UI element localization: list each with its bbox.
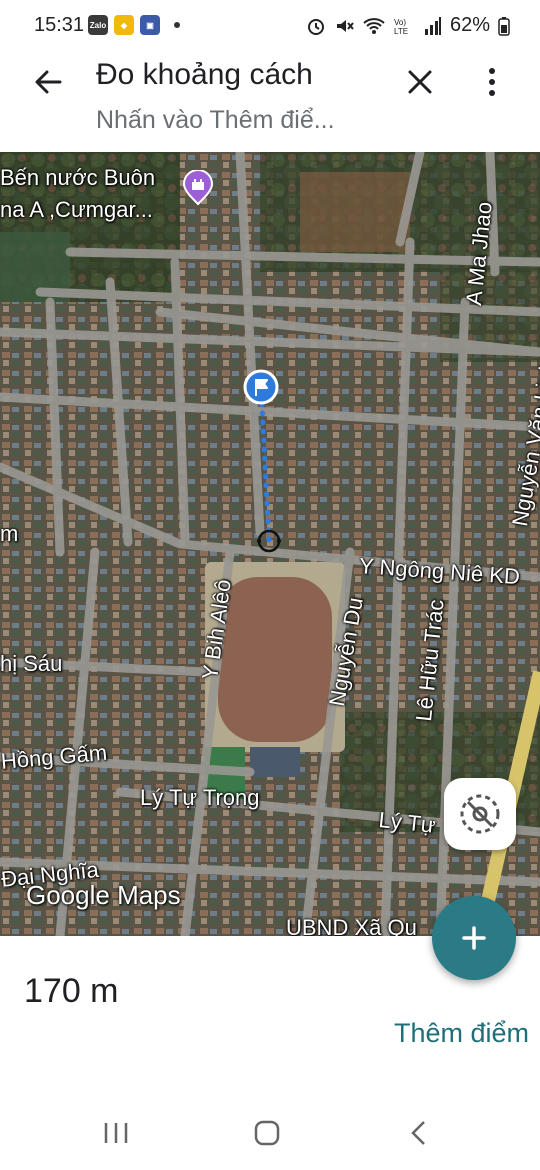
volte-icon: Vo)LTE — [394, 18, 408, 36]
location-disabled-icon — [460, 794, 500, 834]
close-icon[interactable] — [402, 64, 438, 100]
google-maps-logo: Google Maps — [26, 880, 181, 910]
satellite-map[interactable]: Bến nước Buôn na A ,Cưmgar... A Ma Jhao … — [0, 152, 540, 936]
page-subtitle: Nhấn vào Thêm điể... — [96, 106, 335, 134]
back-nav-icon[interactable] — [402, 1118, 438, 1148]
street-label-thi-sau: hị Sáu — [0, 651, 63, 676]
page-title: Đo khoảng cách — [96, 58, 313, 91]
svg-text:Vo): Vo) — [394, 18, 406, 27]
app-icon: ▣ — [140, 15, 160, 35]
add-point-button[interactable]: Thêm điểm — [394, 1018, 529, 1049]
street-label-m: m — [0, 521, 19, 546]
recents-icon[interactable] — [98, 1118, 134, 1148]
alarm-icon — [307, 18, 324, 35]
wifi-icon — [363, 17, 385, 34]
svg-text:LTE: LTE — [394, 27, 408, 36]
zalo-icon: Zalo — [88, 15, 108, 35]
add-point-fab[interactable] — [432, 896, 516, 980]
clock: 15:31 — [34, 14, 85, 36]
my-location-button[interactable] — [444, 778, 516, 850]
street-label-ly-tu-trong: Lý Tự Trọng — [140, 785, 260, 810]
plus-icon — [462, 926, 486, 950]
battery-icon — [498, 16, 510, 36]
measure-crosshair-icon[interactable] — [257, 529, 281, 553]
signal-icon — [424, 16, 441, 35]
place-label-ubnd: UBND Xã Qu — [286, 915, 417, 937]
system-status: Vo) LTE 62% — [306, 14, 510, 37]
poi-label-line2: na A ,Cưmgar... — [0, 197, 153, 222]
more-notifications-dot — [174, 22, 180, 28]
battery-percent: 62% — [449, 14, 490, 36]
app-header: Đo khoảng cách Nhấn vào Thêm điể... — [0, 52, 540, 152]
measured-distance: 170 m — [24, 972, 119, 1010]
system-nav-bar — [0, 1096, 540, 1170]
start-point-flag-icon[interactable] — [243, 369, 279, 405]
back-arrow-icon[interactable] — [30, 64, 66, 100]
poi-label-line1: Bến nước Buôn — [0, 165, 156, 190]
status-bar: 15:31 Zalo ◆ ▣ Vo) LTE 62% — [0, 0, 540, 52]
notification-icons: Zalo ◆ ▣ — [88, 15, 180, 35]
home-icon[interactable] — [249, 1118, 285, 1148]
landmark-pin-icon[interactable] — [180, 170, 216, 206]
binance-icon: ◆ — [114, 15, 134, 35]
mute-icon — [336, 19, 354, 32]
more-options-icon[interactable] — [478, 64, 506, 100]
